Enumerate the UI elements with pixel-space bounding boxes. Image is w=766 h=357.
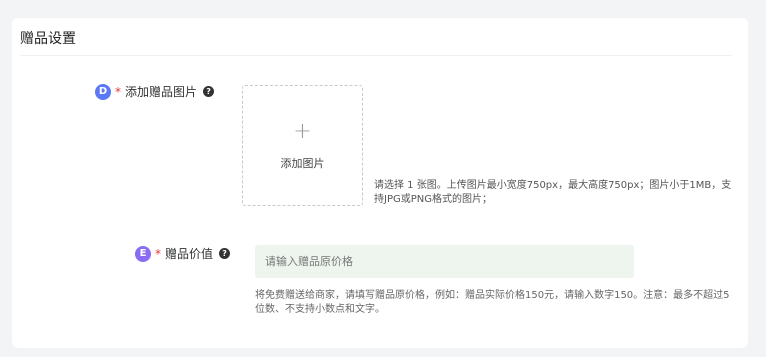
gift-image-label-row: D * 添加赠品图片 ? <box>95 83 215 100</box>
required-mark: * <box>115 84 121 99</box>
upload-label: 添加图片 <box>280 156 325 170</box>
required-mark: * <box>155 246 161 261</box>
gift-price-input[interactable] <box>255 245 634 278</box>
gift-price-label: 赠品价值 <box>165 247 214 261</box>
section-title: 赠品设置 <box>20 31 76 47</box>
gift-settings-card: 赠品设置 D * 添加赠品图片 ? + 添加图片 请选择 1 张图。上传图片最小… <box>12 18 748 348</box>
plus-icon: + <box>293 118 312 144</box>
section-divider <box>20 55 732 56</box>
add-image-upload-button[interactable]: + 添加图片 <box>242 85 363 206</box>
step-e-badge: E <box>135 245 151 262</box>
help-icon[interactable]: ? <box>219 248 231 259</box>
image-upload-hint: 请选择 1 张图。上传图片最小宽度750px，最大高度750px；图片小于1MB… <box>374 180 732 205</box>
gift-image-label: 添加赠品图片 <box>125 85 198 99</box>
gift-price-hint: 将免费赠送给商家，请填写赠品原价格，例如：赠品实际价格150元，请输入数字150… <box>255 290 730 315</box>
help-icon[interactable]: ? <box>203 86 215 97</box>
step-d-badge: D <box>95 83 111 100</box>
gift-price-label-row: E * 赠品价值 ? <box>135 245 231 262</box>
